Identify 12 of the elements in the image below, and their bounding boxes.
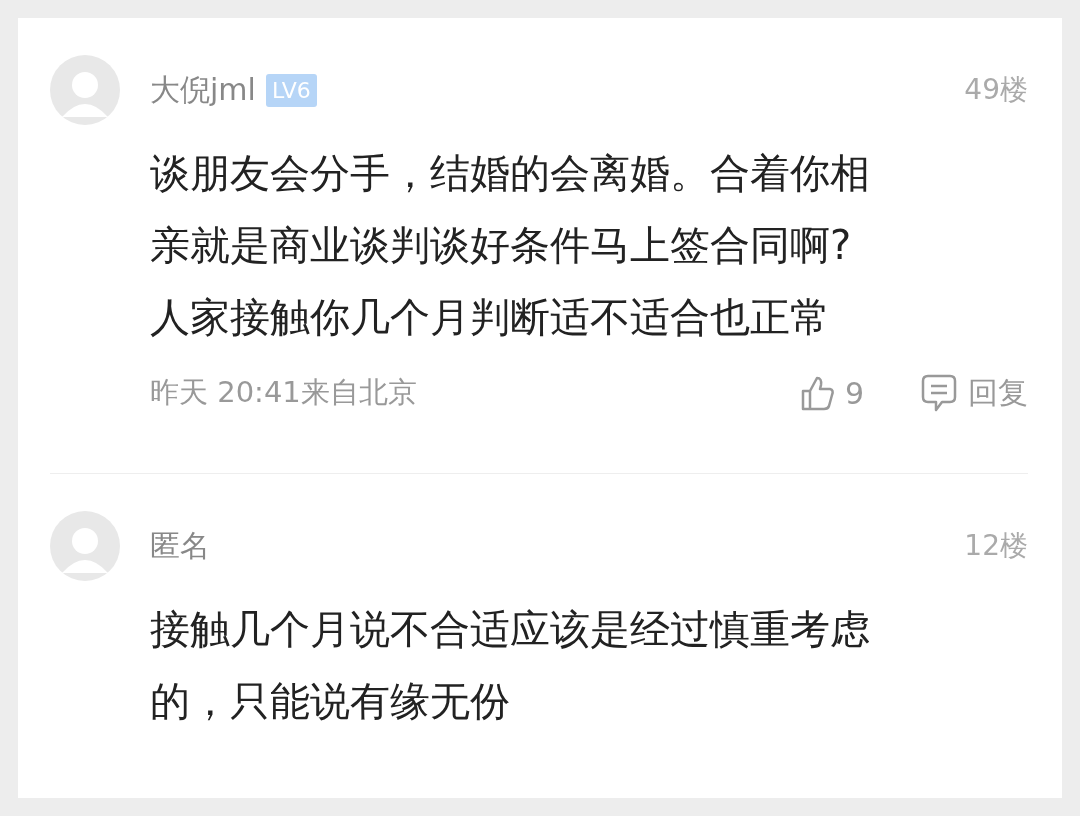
comment-icon xyxy=(920,373,958,413)
thumbs-up-icon xyxy=(800,375,835,411)
username[interactable]: 匿名 xyxy=(150,525,210,567)
comment-text: 谈朋友会分手，结婚的会离婚。合着你相 亲就是商业谈判谈好条件马上签合同啊? 人家接触你几个月判断适不适合也正常 xyxy=(150,149,871,342)
level-badge: LV6 xyxy=(265,73,317,107)
reply-button[interactable]: 回复 xyxy=(920,372,1028,414)
floor-number: 49楼 xyxy=(964,72,1028,108)
comment-time: 昨天 20:41来自北京 xyxy=(150,374,417,411)
username[interactable]: 大倪jml xyxy=(150,69,256,111)
comment-text: 接触几个月说不合适应该是经过慎重考虑 的，只能说有缘无份 xyxy=(150,605,871,726)
floor-number: 12楼 xyxy=(964,528,1028,564)
like-button[interactable]: 9 xyxy=(800,375,864,411)
